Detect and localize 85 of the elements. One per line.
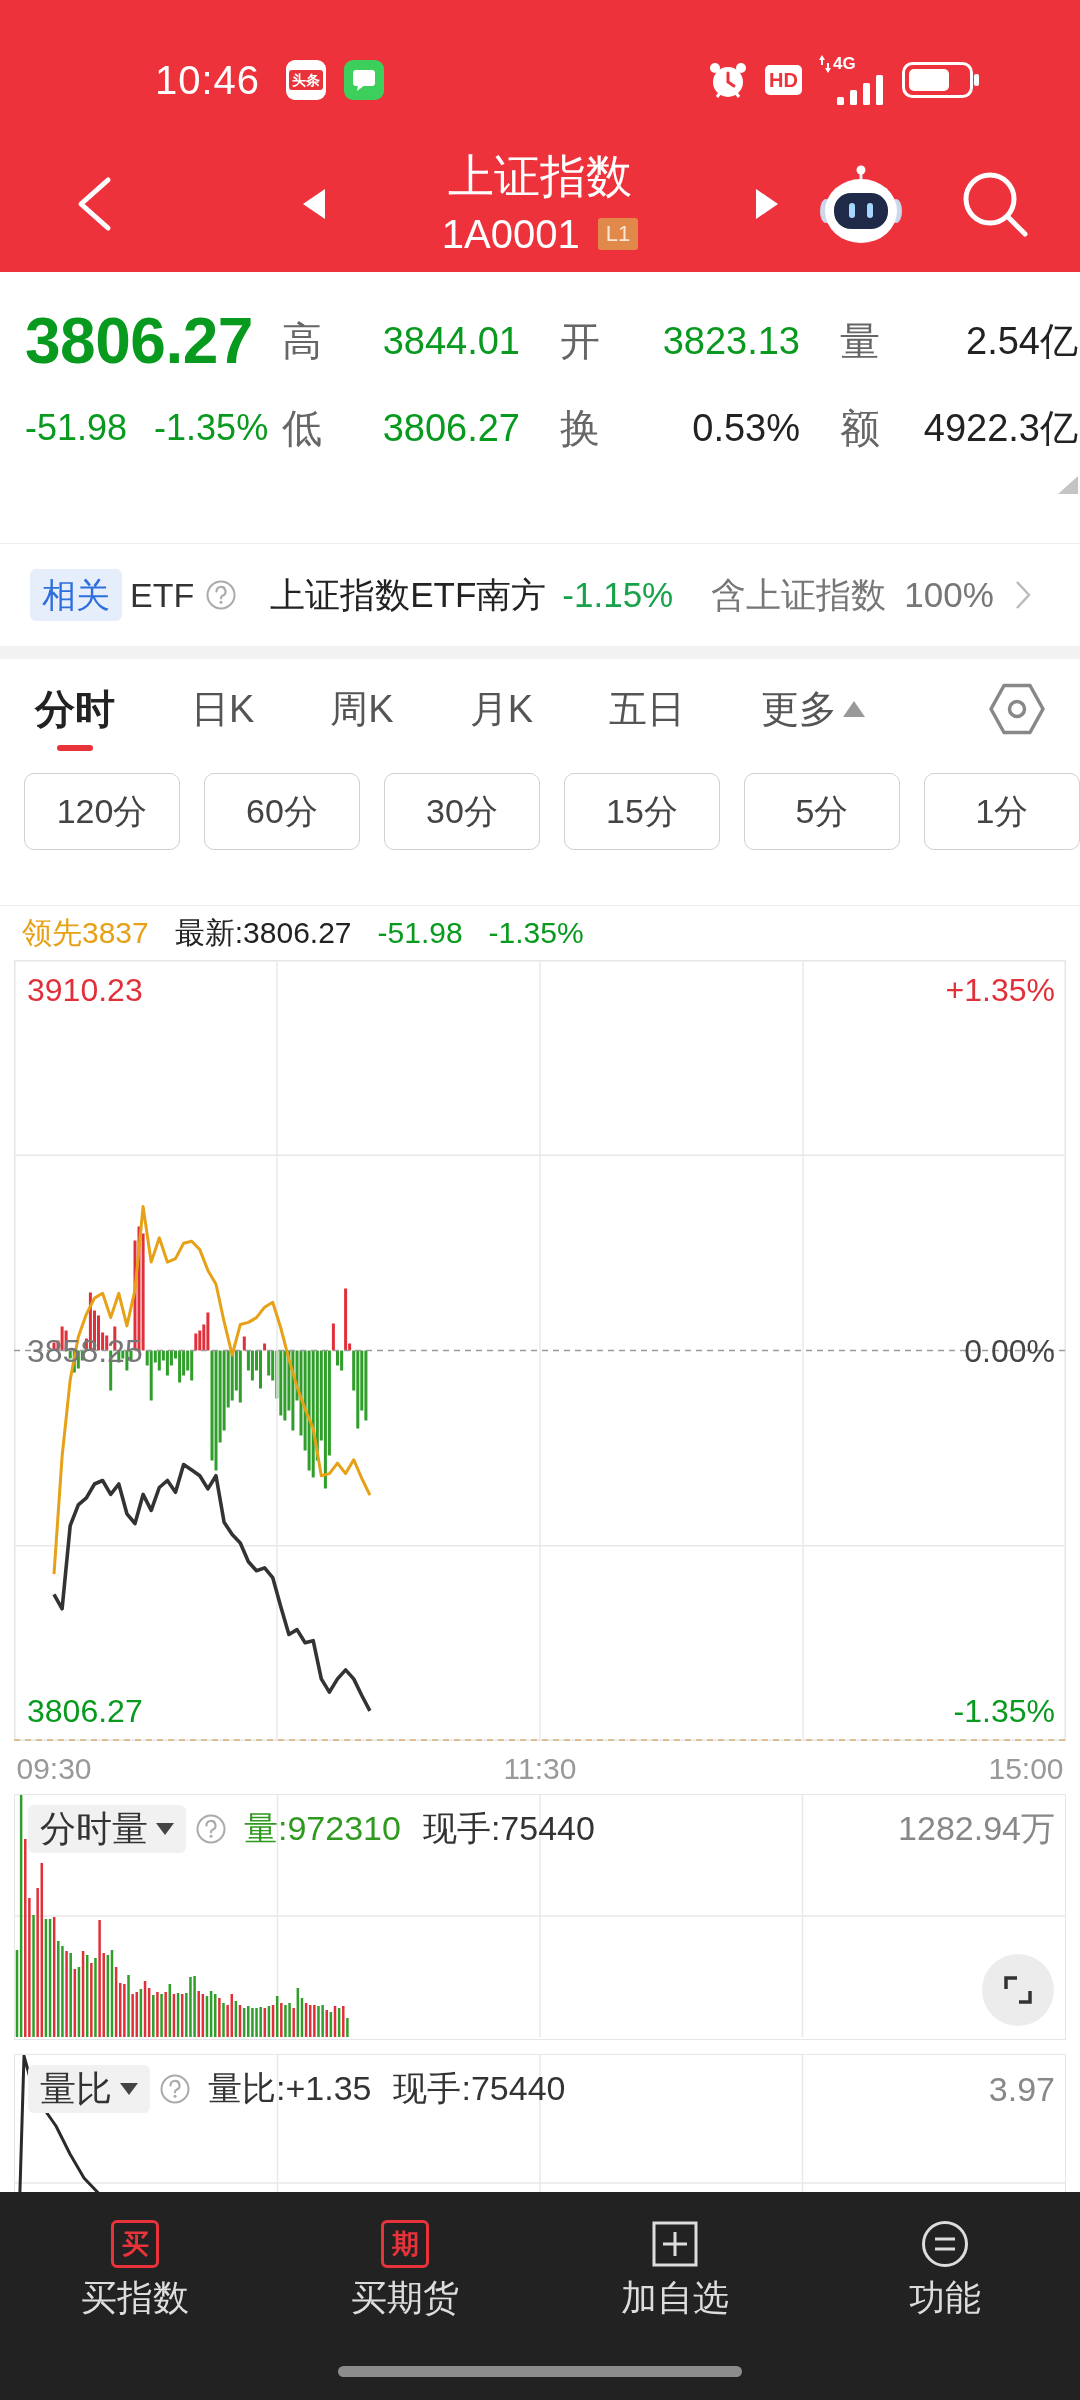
help-icon[interactable] (206, 580, 237, 610)
period-button[interactable]: 120分 (24, 773, 180, 850)
add-square-icon (651, 2220, 699, 2268)
period-button[interactable]: 5分 (744, 773, 900, 850)
char-icon: 买 (111, 2220, 159, 2268)
settings-icon[interactable] (989, 683, 1045, 735)
period-button[interactable]: 30分 (384, 773, 540, 850)
stat-label: 额 (840, 404, 880, 452)
alarm-icon (708, 60, 749, 100)
period-button[interactable]: 1分 (924, 773, 1080, 850)
robot-assistant-icon[interactable] (818, 164, 904, 244)
period-button[interactable]: 60分 (204, 773, 360, 850)
change-value: -51.98 (25, 407, 128, 449)
fullscreen-icon[interactable] (982, 1954, 1054, 2026)
time-label: 11:30 (503, 1752, 577, 1785)
menu-circle-icon (921, 2220, 969, 2268)
index-code: 1A0001 (441, 211, 580, 258)
stat-label: 量 (840, 317, 880, 365)
previous-triangle-icon[interactable] (302, 189, 325, 219)
stat-value: 3823.13 (662, 319, 800, 363)
etf-change: -1.15% (562, 575, 674, 615)
stat-value: 3806.27 (382, 406, 520, 450)
stat-label: 开 (560, 317, 600, 365)
char-icon: 期 (381, 2220, 429, 2268)
indicator-dropdown[interactable]: 分时量 (28, 1805, 186, 1853)
axis-label: 3910.23 (27, 972, 143, 1008)
time-label: 09:30 (16, 1752, 92, 1785)
etf-name-link[interactable]: 上证指数ETF南方 (270, 571, 547, 619)
help-icon[interactable] (160, 2074, 190, 2104)
corner-triangle-icon (1058, 476, 1078, 494)
percent-axis-label: +1.35% (945, 972, 1055, 1008)
indicator-dropdown[interactable]: 量比 (28, 2065, 150, 2113)
network-type: 4G (833, 55, 856, 73)
chart-tab[interactable]: 分时 (23, 659, 127, 759)
indicator-reading: 现手:75440 (422, 1808, 595, 1849)
indicator-reading: 量:972310 (244, 1808, 401, 1849)
battery-icon (902, 62, 980, 98)
caret-down-icon (120, 2083, 138, 2095)
signal-icon (835, 75, 885, 105)
message-app-icon (344, 60, 385, 100)
chart-tab[interactable]: 五日 (597, 659, 698, 759)
chart-tab[interactable]: 日K (179, 659, 267, 759)
scale-max-label: 1282.94万 (898, 1808, 1055, 1849)
percent-axis-label: -1.35% (953, 1693, 1055, 1729)
indicator-reading: 现手:75440 (393, 2068, 566, 2109)
etf-label: ETF (130, 575, 195, 615)
holding-label: 含上证指数 (711, 573, 887, 616)
lead-index-label: 领先3837 (22, 914, 149, 951)
change-value: -51.98 (377, 916, 463, 950)
related-tag: 相关 (30, 569, 122, 621)
nav-item[interactable]: 功能 (895, 2216, 995, 2320)
stat-label: 换 (560, 404, 600, 452)
data-arrows-icon (819, 55, 831, 73)
index-title: 上证指数 (448, 149, 632, 204)
chart-tab[interactable]: 更多 (749, 659, 878, 759)
last-price: 3806.27 (25, 304, 254, 378)
indicator-reading: 量比:+1.35 (208, 2068, 372, 2109)
status-time: 10:46 (155, 57, 261, 103)
latest-price-label: 最新:3806.27 (174, 914, 352, 951)
period-button[interactable]: 15分 (564, 773, 720, 850)
news-app-icon: 头条 (286, 60, 327, 100)
stat-label: 低 (282, 404, 322, 452)
next-triangle-icon[interactable] (755, 189, 778, 219)
scale-max-label: 3.97 (988, 2069, 1055, 2109)
stat-label: 高 (282, 317, 322, 365)
stat-value: 0.53% (692, 406, 800, 450)
stat-value: 2.54亿 (966, 318, 1078, 364)
change-percent: -1.35% (488, 916, 584, 950)
axis-label: 3806.27 (27, 1693, 143, 1729)
level-badge: L1 (597, 218, 639, 250)
chart-tab[interactable]: 月K (457, 659, 546, 759)
help-icon[interactable] (196, 1814, 226, 1844)
caret-up-icon (843, 701, 866, 717)
stat-value: 3844.01 (382, 319, 520, 363)
stat-value: 4922.3亿 (923, 405, 1078, 451)
time-label: 15:00 (988, 1752, 1064, 1785)
nav-item[interactable]: 买 买指数 (67, 2216, 203, 2320)
holding-value: 100% (904, 575, 994, 615)
nav-item[interactable]: 加自选 (607, 2216, 743, 2320)
nav-item[interactable]: 期 买期货 (337, 2216, 473, 2320)
chart-tab[interactable]: 周K (318, 659, 406, 759)
change-percent: -1.35% (154, 407, 269, 449)
caret-down-icon (156, 1823, 174, 1835)
percent-axis-label: 0.00% (964, 1332, 1055, 1369)
hd-indicator: HD (765, 65, 802, 95)
